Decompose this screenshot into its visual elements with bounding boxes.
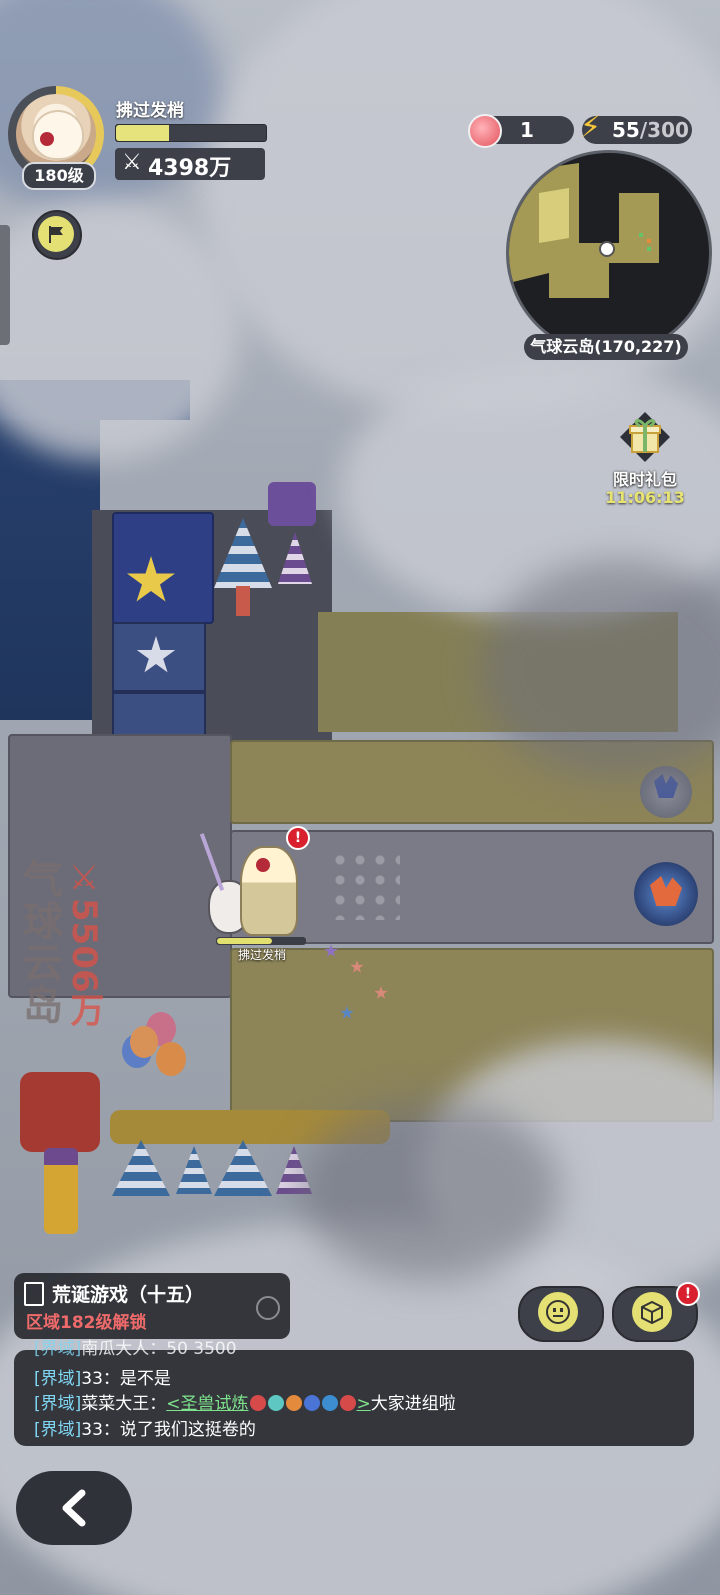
chevron-left-icon — [62, 1489, 86, 1527]
chat-message: [界域]33：说了我们这挺卷的 — [34, 1415, 256, 1440]
chat-text: 33：说了我们这挺卷的 — [81, 1420, 256, 1440]
cone-post — [236, 586, 250, 616]
location-label: 气球云岛(170,227) — [524, 334, 688, 360]
chat-channel: [界域] — [34, 1339, 82, 1358]
toy-tower-base — [44, 1148, 78, 1234]
chip-icon — [285, 1395, 302, 1411]
hero-sprite — [240, 846, 298, 936]
gift-label: 限时礼包 — [612, 470, 677, 489]
player-character[interactable] — [199, 833, 320, 940]
cube-icon — [632, 1292, 672, 1332]
lightning-icon: ⚡ — [580, 110, 602, 145]
chat-sender: 菜菜大王： — [81, 1394, 167, 1414]
striped-cone — [214, 1140, 272, 1196]
clipboard-icon — [24, 1282, 44, 1306]
peach-count: 1 — [520, 118, 534, 142]
alert-icon: ! — [286, 826, 310, 850]
chat-link-text: <圣兽试炼 — [166, 1394, 249, 1414]
alert-icon: ! — [676, 1282, 700, 1306]
stud-plate — [330, 850, 400, 920]
chip-icon — [303, 1395, 320, 1411]
minimap[interactable] — [506, 150, 712, 356]
crossed-swords-icon: ⚔ — [122, 150, 142, 175]
hero-rose — [256, 858, 270, 872]
hero-staff — [199, 833, 225, 891]
zone-power-floor-text: ⚔5506万 — [60, 858, 109, 1027]
chat-message: [界域]菜菜大王：<圣兽试炼 >大家进组啦 — [34, 1389, 456, 1414]
balloon — [130, 1026, 158, 1058]
chip-icon — [267, 1395, 284, 1411]
energy-current: 55 — [612, 118, 640, 142]
striped-cone — [176, 1146, 212, 1194]
balloon — [156, 1042, 186, 1076]
chat-link-end: > — [356, 1394, 371, 1414]
floor-stars — [320, 940, 400, 1020]
quest-requirement: 区域182级解锁 — [26, 1313, 147, 1333]
player-hp-fill — [217, 938, 272, 944]
striped-cone — [112, 1140, 170, 1196]
chat-message: [界域]南瓜大人：50 3500 — [34, 1338, 237, 1358]
minimap-terrain — [509, 153, 709, 353]
star-crate — [112, 512, 214, 624]
quest-title: 荒诞游戏（十五） — [52, 1284, 205, 1306]
star-box — [112, 692, 206, 736]
energy-value: 55/300 — [612, 118, 689, 142]
crossed-swords-icon: ⚔ — [64, 858, 104, 898]
zone-power-value: 5506万 — [64, 898, 104, 1027]
chat-channel: [界域] — [34, 1369, 82, 1389]
player-name-label: 拂过发梢 — [237, 948, 286, 962]
chat-text: 南瓜大人：50 3500 — [81, 1339, 237, 1358]
gift-timer: 11:06:13 — [605, 488, 685, 507]
fog-cloud — [300, 1100, 560, 1280]
face-icon — [538, 1292, 578, 1332]
purple-block — [268, 482, 316, 526]
gift-box-icon[interactable] — [618, 410, 672, 464]
fire-crystal-node[interactable] — [634, 862, 698, 926]
peach-icon — [468, 114, 502, 148]
chat-text: 33：是不是 — [81, 1369, 171, 1389]
chip-icon — [249, 1395, 266, 1411]
back-button[interactable] — [16, 1471, 132, 1545]
power-value: 4398万 — [148, 156, 232, 181]
chat-message: [界域]33：是不是 — [34, 1364, 171, 1389]
chat-channel: [界域] — [34, 1420, 82, 1440]
star-box — [112, 622, 206, 692]
energy-max: /300 — [639, 118, 689, 142]
chip-icon — [321, 1395, 338, 1411]
flag-icon — [38, 216, 74, 252]
chat-channel: [界域] — [34, 1394, 82, 1414]
chat-link[interactable]: <圣兽试炼 > — [166, 1394, 371, 1414]
xp-bar-fill — [116, 125, 170, 141]
target-icon[interactable] — [256, 1296, 280, 1320]
toy-tower — [20, 1072, 100, 1152]
chip-icon — [339, 1395, 356, 1411]
side-drawer-tab[interactable] — [0, 225, 10, 345]
player-name: 拂过发梢 — [116, 101, 184, 121]
chat-text: 大家进组啦 — [370, 1394, 456, 1414]
rose-icon — [40, 132, 54, 146]
level-badge: 180级 — [22, 162, 96, 190]
